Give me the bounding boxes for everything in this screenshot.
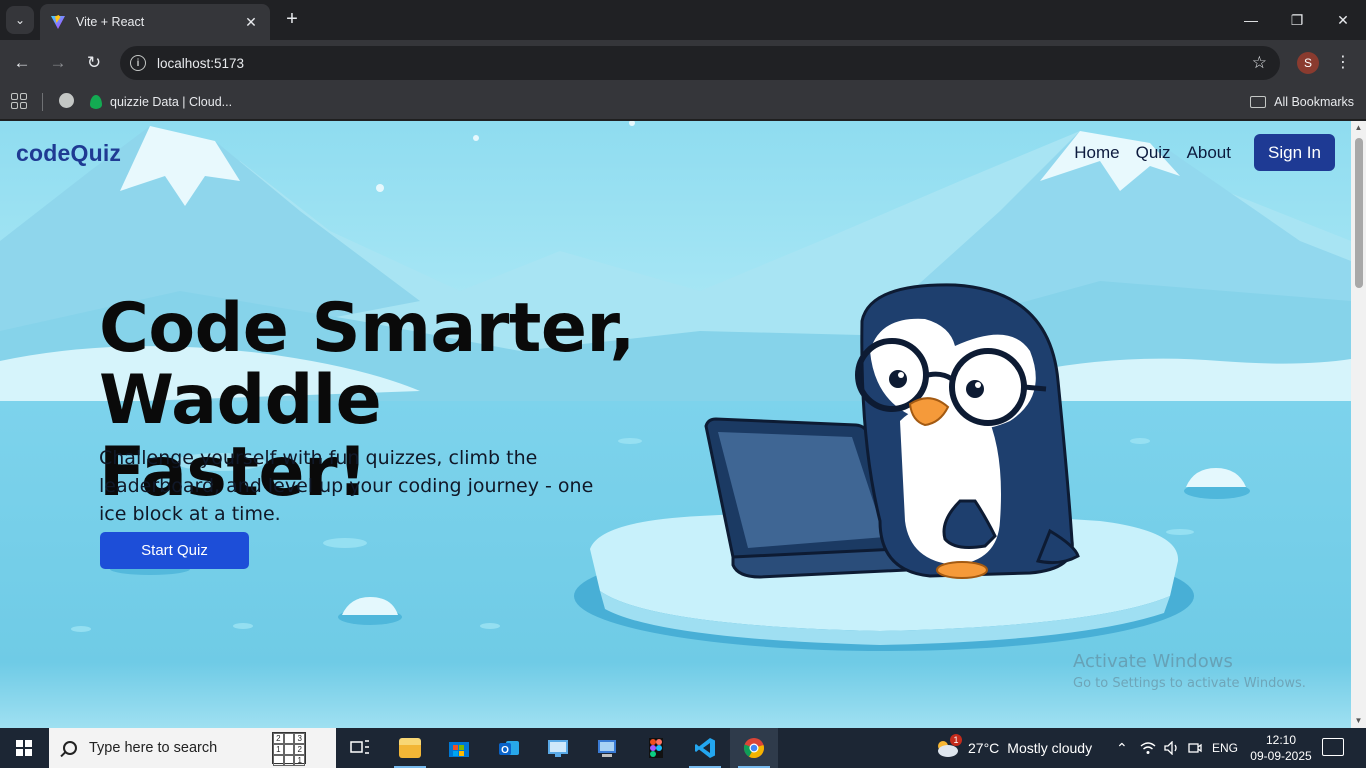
taskbar-clock[interactable]: 12:10 09-09-2025 bbox=[1248, 732, 1314, 764]
url-text[interactable]: localhost:5173 bbox=[157, 56, 1252, 71]
wifi-icon[interactable] bbox=[1140, 728, 1156, 768]
search-icon bbox=[63, 741, 77, 755]
page-viewport: codeQuiz Home Quiz About Sign In Code Sm… bbox=[0, 121, 1351, 728]
vite-logo-icon bbox=[51, 15, 65, 29]
task-view-icon[interactable] bbox=[336, 728, 384, 768]
tab-title: Vite + React bbox=[76, 15, 145, 29]
menu-kebab-icon[interactable]: ⋮ bbox=[1335, 53, 1351, 73]
weather-widget[interactable]: 1 27°C Mostly cloudy bbox=[934, 728, 1092, 768]
notification-center-icon[interactable] bbox=[1322, 738, 1344, 756]
reload-icon[interactable]: ↻ bbox=[80, 49, 108, 77]
profile-avatar[interactable]: S bbox=[1297, 52, 1319, 74]
folder-icon bbox=[1250, 96, 1267, 108]
bookmark-quizzie[interactable]: quizzie Data | Cloud... bbox=[90, 91, 232, 113]
weather-badge: 1 bbox=[950, 734, 962, 746]
control-panel-icon[interactable] bbox=[583, 728, 631, 768]
browser-toolbar: ← → ↻ i localhost:5173 ☆ bbox=[0, 40, 1366, 86]
sudoku-cell bbox=[273, 755, 284, 766]
scroll-down-arrow-icon[interactable]: ▼ bbox=[1354, 717, 1363, 725]
search-placeholder: Type here to search bbox=[89, 740, 218, 756]
bookmark-divider bbox=[42, 93, 43, 111]
address-bar[interactable]: i localhost:5173 ☆ bbox=[120, 46, 1280, 80]
sudoku-cell bbox=[283, 744, 295, 755]
scroll-up-arrow-icon[interactable]: ▲ bbox=[1354, 124, 1363, 132]
sudoku-cell: 2 bbox=[294, 744, 305, 755]
weather-cloudy-icon: 1 bbox=[934, 734, 962, 758]
figma-icon[interactable] bbox=[632, 728, 680, 768]
globe-icon[interactable] bbox=[59, 93, 74, 108]
weather-temp: 27°C bbox=[968, 740, 1000, 756]
all-bookmarks-button[interactable]: All Bookmarks bbox=[1250, 91, 1354, 113]
sudoku-cell bbox=[283, 733, 295, 744]
chrome-icon[interactable] bbox=[730, 728, 778, 768]
bookmarks-bar: quizzie Data | Cloud... All Bookmarks bbox=[0, 86, 1366, 120]
sudoku-cell: 3 bbox=[294, 733, 305, 744]
start-quiz-button[interactable]: Start Quiz bbox=[100, 532, 249, 569]
outlook-icon[interactable]: O bbox=[485, 728, 533, 768]
remote-desktop-icon[interactable] bbox=[534, 728, 582, 768]
sudoku-cell: 1 bbox=[273, 744, 284, 755]
hero-description: Challenge yourself with fun quizzes, cli… bbox=[99, 447, 594, 525]
show-hidden-icons-chevron-up-icon[interactable]: ⌃ bbox=[1116, 728, 1128, 768]
bookmark-star-icon[interactable]: ☆ bbox=[1252, 53, 1267, 73]
windows-taskbar: Type here to search 2 3 1 2 1 O 1 27°C M… bbox=[0, 728, 1366, 768]
tab-search-button[interactable]: ⌄ bbox=[6, 6, 34, 34]
back-arrow-icon[interactable]: ← bbox=[8, 49, 36, 77]
restore-button[interactable]: ❐ bbox=[1274, 0, 1320, 40]
file-explorer-icon[interactable] bbox=[386, 728, 434, 768]
weather-desc: Mostly cloudy bbox=[1007, 740, 1093, 756]
site-info-icon[interactable]: i bbox=[130, 55, 146, 71]
all-bookmarks-label: All Bookmarks bbox=[1274, 95, 1354, 109]
nav-home-link[interactable]: Home bbox=[1074, 143, 1119, 163]
speaker-icon[interactable] bbox=[1164, 728, 1180, 768]
bookmark-label: quizzie Data | Cloud... bbox=[110, 95, 233, 109]
watermark-subtitle: Go to Settings to activate Windows. bbox=[1073, 676, 1306, 691]
forward-arrow-icon[interactable]: → bbox=[44, 49, 72, 77]
microsoft-store-icon[interactable] bbox=[435, 728, 483, 768]
chevron-down-icon: ⌄ bbox=[14, 13, 26, 27]
activate-windows-watermark: Activate Windows Go to Settings to activ… bbox=[1073, 651, 1306, 691]
mongodb-leaf-icon bbox=[90, 95, 102, 109]
hero-heading-line-1: Code Smarter, bbox=[99, 289, 635, 368]
nav-about-link[interactable]: About bbox=[1187, 143, 1231, 163]
svg-text:O: O bbox=[501, 745, 509, 756]
clock-date: 09-09-2025 bbox=[1250, 749, 1312, 763]
sudoku-search-highlight-icon[interactable]: 2 3 1 2 1 bbox=[272, 732, 306, 766]
new-tab-button[interactable]: + bbox=[280, 8, 304, 32]
close-icon[interactable]: ✕ bbox=[242, 13, 260, 31]
browser-tab-active[interactable]: Vite + React ✕ bbox=[40, 4, 270, 40]
minimize-button[interactable]: — bbox=[1228, 0, 1274, 40]
scrollbar-thumb[interactable] bbox=[1355, 138, 1363, 288]
site-nav: Home Quiz About bbox=[1074, 143, 1231, 163]
vscode-icon[interactable] bbox=[681, 728, 729, 768]
taskbar-search[interactable]: Type here to search 2 3 1 2 1 bbox=[49, 728, 336, 768]
tab-strip: ⌄ Vite + React ✕ + — ❐ ✕ bbox=[0, 0, 1366, 40]
page-scrollbar[interactable]: ▲ ▼ bbox=[1351, 121, 1366, 728]
sign-in-button[interactable]: Sign In bbox=[1254, 134, 1335, 171]
nav-quiz-link[interactable]: Quiz bbox=[1136, 143, 1171, 163]
site-logo[interactable]: codeQuiz bbox=[16, 140, 121, 167]
apps-grid-icon[interactable] bbox=[11, 93, 27, 109]
meet-now-camera-icon[interactable] bbox=[1188, 728, 1202, 768]
sudoku-cell bbox=[283, 755, 295, 766]
watermark-title: Activate Windows bbox=[1073, 651, 1233, 672]
sudoku-cell: 2 bbox=[273, 733, 284, 744]
sudoku-cell: 1 bbox=[294, 755, 305, 766]
clock-time: 12:10 bbox=[1265, 733, 1297, 747]
window-close-button[interactable]: ✕ bbox=[1320, 0, 1366, 40]
start-button[interactable] bbox=[0, 728, 48, 768]
language-indicator[interactable]: ENG bbox=[1212, 728, 1238, 768]
windows-logo-icon bbox=[16, 740, 32, 756]
